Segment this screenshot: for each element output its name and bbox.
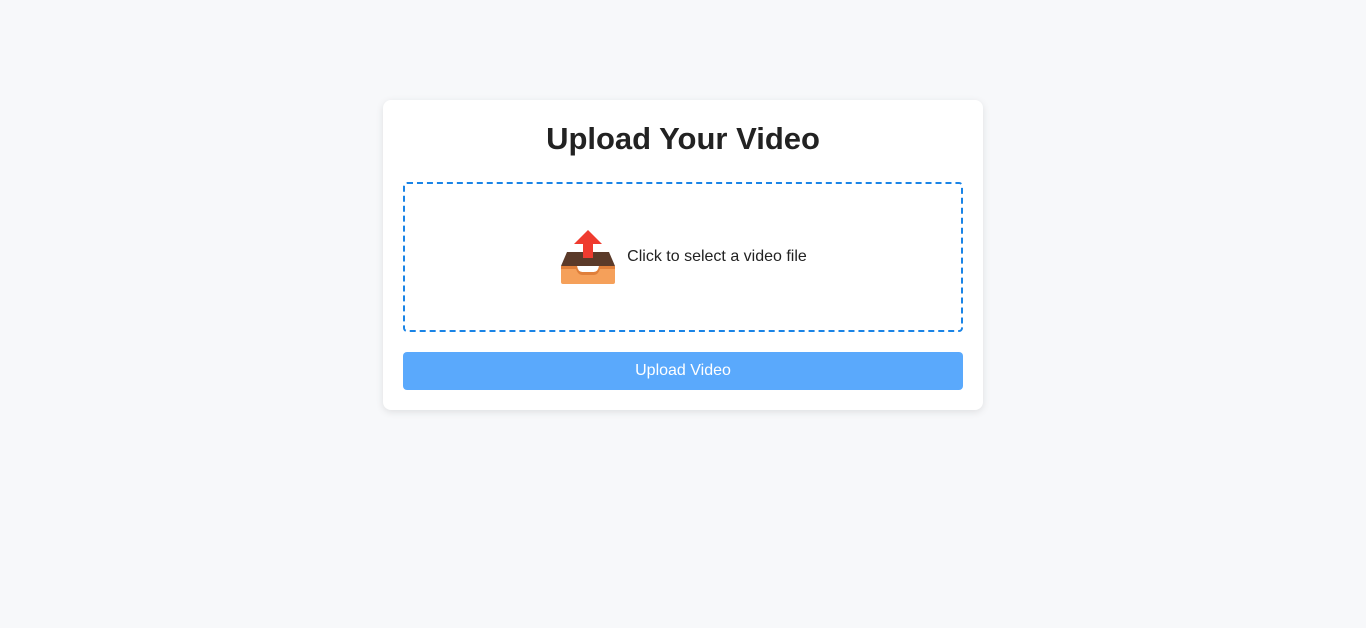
dropzone-label: Click to select a video file: [627, 248, 807, 265]
inbox-upload-icon: [561, 230, 616, 284]
upload-video-button[interactable]: Upload Video: [403, 352, 963, 390]
video-dropzone[interactable]: Click to select a video file: [403, 182, 963, 332]
dropzone-content: Click to select a video file: [559, 228, 807, 286]
upload-card: Upload Your Video Click to select a vide…: [383, 100, 983, 410]
page-title: Upload Your Video: [546, 121, 820, 156]
